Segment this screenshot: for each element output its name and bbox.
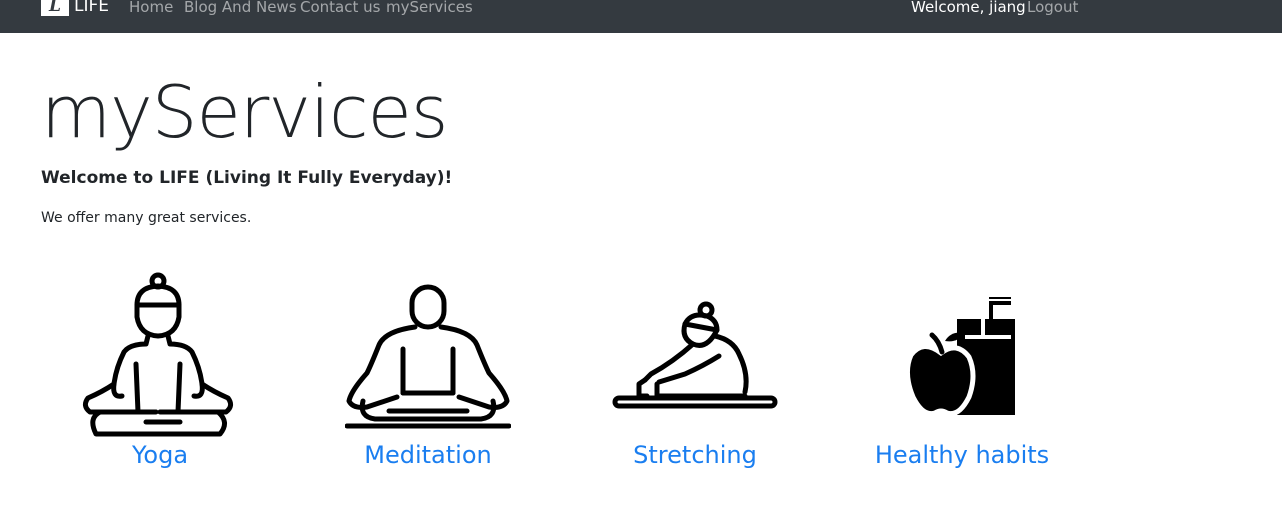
nav-home-link[interactable]: Home xyxy=(129,0,173,16)
navbar: L LIFE Home Blog And News Contact us myS… xyxy=(0,0,1282,33)
nav-myservices-link[interactable]: myServices xyxy=(386,0,473,16)
service-link-yoga[interactable]: Yoga xyxy=(132,438,188,472)
page-title: myServices xyxy=(41,70,448,154)
brand-logo-icon: L xyxy=(41,0,69,16)
logout-link[interactable]: Logout xyxy=(1027,0,1078,16)
intro-text: We offer many great services. xyxy=(41,210,252,226)
stretching-icon[interactable] xyxy=(611,300,779,412)
apple-juice-icon[interactable] xyxy=(905,295,1017,419)
welcome-heading: Welcome to LIFE (Living It Fully Everyda… xyxy=(41,168,453,188)
brand[interactable]: L LIFE xyxy=(41,0,109,16)
service-link-stretching[interactable]: Stretching xyxy=(633,438,757,472)
yoga-pose-icon[interactable] xyxy=(82,272,238,440)
service-link-healthy-habits[interactable]: Healthy habits xyxy=(875,438,1049,472)
brand-name: LIFE xyxy=(74,0,110,16)
nav-contact-link[interactable]: Contact us xyxy=(300,0,380,16)
meditation-icon[interactable] xyxy=(345,283,511,431)
service-link-meditation[interactable]: Meditation xyxy=(364,438,491,472)
welcome-user-text: Welcome, jiang xyxy=(911,0,1026,16)
nav-blog-link[interactable]: Blog And News xyxy=(184,0,297,16)
